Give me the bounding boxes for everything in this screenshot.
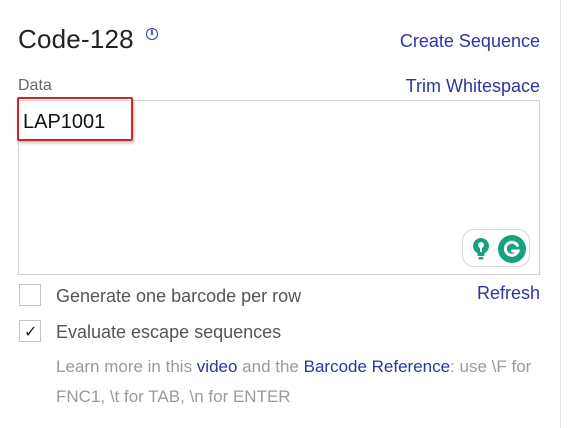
checkmark-icon: ✓ <box>24 322 38 341</box>
grammarly-widget[interactable] <box>462 229 530 267</box>
data-label: Data <box>18 77 52 94</box>
page-title: Code-128 <box>18 24 134 54</box>
help-prefix: Learn more in this <box>56 357 197 376</box>
generate-per-row-checkbox[interactable] <box>19 284 41 306</box>
grammarly-g-icon[interactable] <box>497 234 527 264</box>
create-sequence-link[interactable]: Create Sequence <box>400 31 540 52</box>
info-icon[interactable]: i <box>146 28 158 40</box>
refresh-link[interactable]: Refresh <box>477 283 540 304</box>
panel-border <box>560 0 561 428</box>
generate-per-row-label[interactable]: Generate one barcode per row <box>56 286 301 307</box>
evaluate-escape-checkbox[interactable]: ✓ <box>19 320 41 342</box>
trim-whitespace-link[interactable]: Trim Whitespace <box>406 76 540 97</box>
evaluate-escape-label[interactable]: Evaluate escape sequences <box>56 322 281 343</box>
help-middle: and the <box>237 357 304 376</box>
title-row: Code-128 i <box>18 24 158 55</box>
barcode-reference-link[interactable]: Barcode Reference <box>304 357 450 376</box>
video-link[interactable]: video <box>197 357 238 376</box>
lightbulb-icon[interactable] <box>470 237 492 261</box>
help-text: Learn more in this video and the Barcode… <box>56 352 536 412</box>
highlight-box <box>17 97 133 141</box>
